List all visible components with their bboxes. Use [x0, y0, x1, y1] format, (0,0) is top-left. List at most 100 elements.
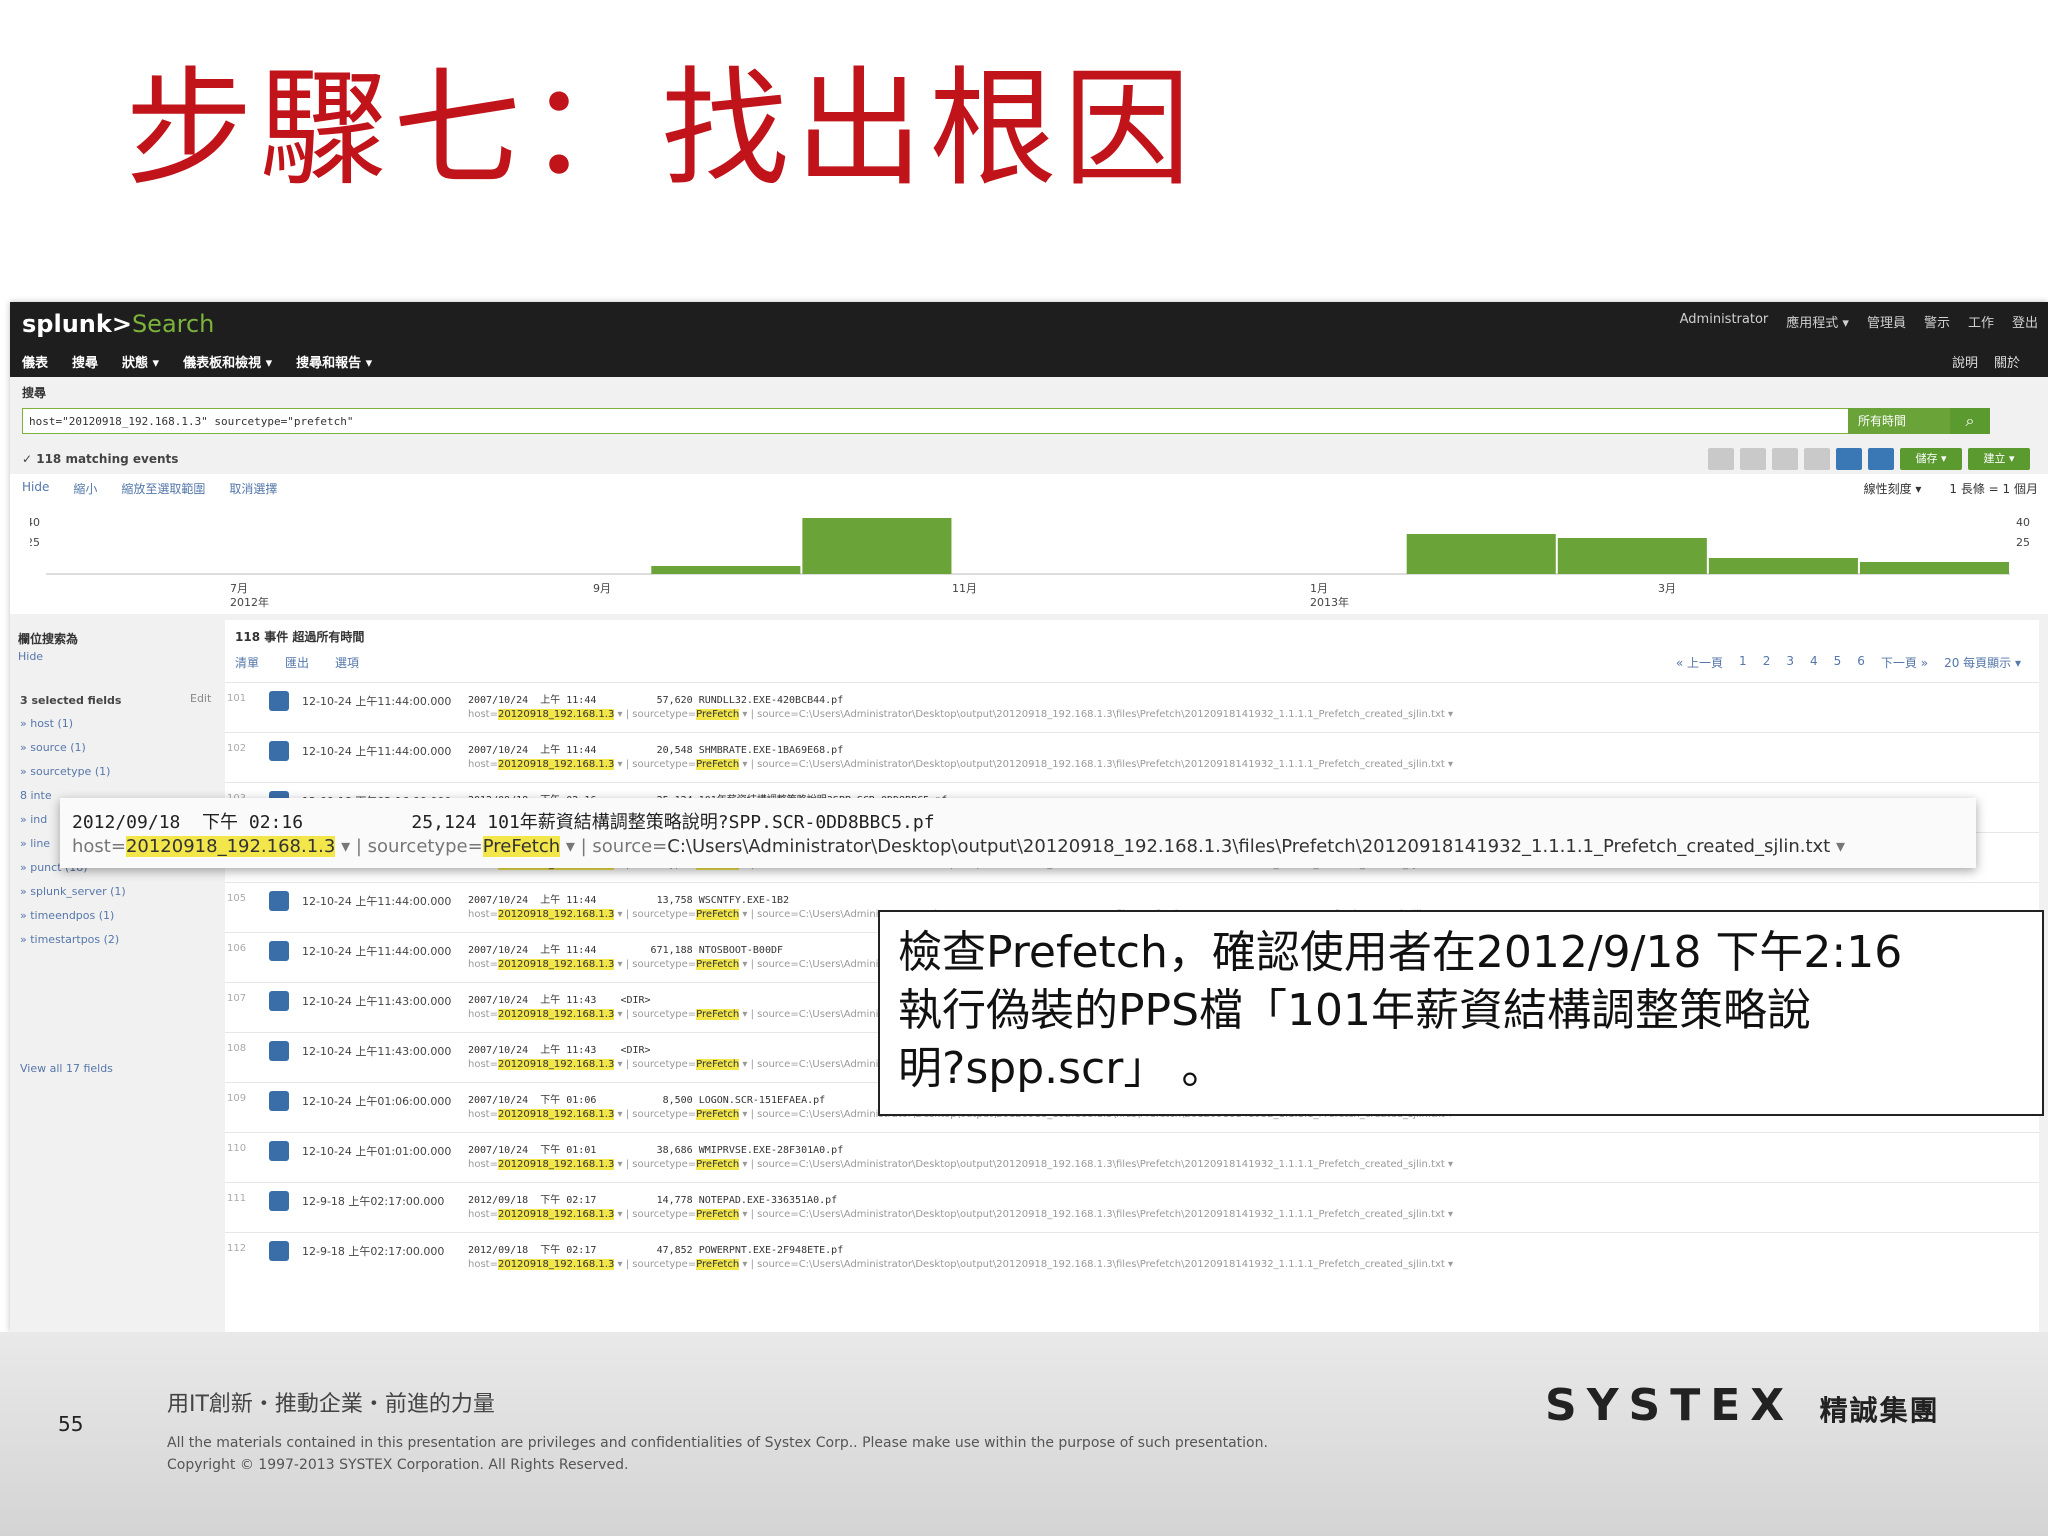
about-link[interactable]: 關於 — [1994, 352, 2020, 371]
field-item[interactable]: » splunk_server (1) — [20, 880, 126, 904]
save-button[interactable]: 儲存 ▾ — [1900, 448, 1962, 470]
sourcetype-value[interactable]: PreFetch — [482, 836, 561, 857]
event-row[interactable]: 102 12-10-24 上午11:44:00.000 2007/10/24 上午 … — [225, 732, 2039, 781]
pager-page[interactable]: 1 — [1739, 654, 1747, 671]
sourcetype-value[interactable]: PreFetch — [696, 1109, 740, 1120]
event-row[interactable]: 110 12-10-24 上午01:01:00.000 2007/10/24 下午 … — [225, 1132, 2039, 1181]
host-value[interactable]: 20120918_192.168.1.3 — [497, 1209, 615, 1220]
event-row[interactable]: 111 12-9-18 上午02:17:00.000 2012/09/18 下午 0… — [225, 1182, 2039, 1231]
toolbar-button[interactable] — [1740, 448, 1766, 470]
field-item[interactable]: » timeendpos (1) — [20, 904, 126, 928]
timeline-bar[interactable] — [651, 566, 801, 574]
search-button[interactable]: ⌕ — [1950, 408, 1990, 434]
host-value[interactable]: 20120918_192.168.1.3 — [497, 759, 615, 770]
view-all-fields-link[interactable]: View all 17 fields — [20, 1062, 113, 1075]
nav-item[interactable]: 搜尋和報告 ▾ — [296, 352, 372, 371]
toolbar-button[interactable] — [1804, 448, 1830, 470]
help-link[interactable]: 說明 — [1952, 352, 1978, 371]
chevron-down-icon[interactable]: ▾ — [1830, 836, 1845, 857]
user-link[interactable]: 工作 — [1968, 312, 1994, 331]
pager-page[interactable]: 2 — [1763, 654, 1771, 671]
host-value[interactable]: 20120918_192.168.1.3 — [497, 1259, 615, 1270]
host-value[interactable]: 20120918_192.168.1.3 — [497, 1059, 615, 1070]
pager-next[interactable]: 下一頁 » — [1881, 654, 1928, 671]
timeline-bar[interactable] — [1859, 562, 2009, 574]
event-actions-icon[interactable] — [269, 741, 289, 761]
source-value[interactable]: C:\Users\Administrator\Desktop\output\20… — [799, 1159, 1445, 1170]
field-item[interactable]: » timestartpos (2) — [20, 928, 126, 952]
time-range-picker[interactable]: 所有時間 — [1848, 408, 1950, 434]
timeline-deselect[interactable]: 取消選擇 — [229, 480, 277, 497]
user-link[interactable]: 應用程式 ▾ — [1786, 312, 1849, 331]
field-item[interactable]: » sourcetype (1) — [20, 760, 126, 784]
event-actions-icon[interactable] — [269, 1191, 289, 1211]
timeline-bar[interactable] — [802, 518, 952, 574]
event-actions-icon[interactable] — [269, 991, 289, 1011]
nav-item[interactable]: 儀表 — [22, 352, 48, 371]
sourcetype-value[interactable]: PreFetch — [696, 759, 740, 770]
nav-item[interactable]: 狀態 ▾ — [122, 352, 159, 371]
user-link[interactable]: 管理員 — [1867, 312, 1906, 331]
host-value[interactable]: 20120918_192.168.1.3 — [497, 909, 615, 920]
pager-prev[interactable]: « 上一頁 — [1676, 654, 1723, 671]
toolbar-button[interactable] — [1772, 448, 1798, 470]
host-value[interactable]: 20120918_192.168.1.3 — [497, 1159, 615, 1170]
user-link[interactable]: 登出 — [2012, 312, 2038, 331]
scale-select[interactable]: 線性刻度 ▾ — [1864, 480, 1922, 497]
fields-edit-link[interactable]: Edit — [190, 692, 211, 705]
sourcetype-value[interactable]: PreFetch — [696, 1209, 740, 1220]
event-row[interactable]: 101 12-10-24 上午11:44:00.000 2007/10/24 上午 … — [225, 682, 2039, 731]
nav-item[interactable]: 儀表板和檢視 ▾ — [183, 352, 272, 371]
pager-page[interactable]: 5 — [1834, 654, 1842, 671]
print-button[interactable] — [1868, 448, 1894, 470]
host-value[interactable]: 20120918_192.168.1.3 — [497, 1009, 615, 1020]
field-item[interactable]: » source (1) — [20, 736, 126, 760]
nav-item[interactable]: 搜尋 — [72, 352, 98, 371]
event-actions-icon[interactable] — [269, 1091, 289, 1111]
pager-page-current[interactable]: 6 — [1857, 654, 1865, 671]
search-input[interactable]: host="20120918_192.168.1.3" sourcetype="… — [22, 408, 1854, 434]
host-value[interactable]: 20120918_192.168.1.3 — [497, 959, 615, 970]
timeline-bar[interactable] — [1708, 558, 1858, 574]
source-value[interactable]: C:\Users\Administrator\Desktop\output\20… — [799, 1259, 1445, 1270]
event-row[interactable]: 112 12-9-18 上午02:17:00.000 2012/09/18 下午 0… — [225, 1232, 2039, 1281]
list-view-button[interactable]: 清單 — [235, 654, 259, 671]
timeline-zoom-selection[interactable]: 縮放至選取範圍 — [121, 480, 205, 497]
options-button[interactable]: 選項 — [335, 654, 359, 671]
source-value[interactable]: C:\Users\Administrator\Desktop\output\20… — [667, 836, 1830, 857]
pager-page[interactable]: 3 — [1786, 654, 1794, 671]
sourcetype-value[interactable]: PreFetch — [696, 1059, 740, 1070]
create-button[interactable]: 建立 ▾ — [1968, 448, 2030, 470]
host-value[interactable]: 20120918_192.168.1.3 — [497, 1109, 615, 1120]
sourcetype-value[interactable]: PreFetch — [696, 909, 740, 920]
field-item[interactable]: » host (1) — [20, 712, 126, 736]
sourcetype-value[interactable]: PreFetch — [696, 1159, 740, 1170]
pager-page[interactable]: 4 — [1810, 654, 1818, 671]
timeline-bar[interactable] — [1406, 534, 1556, 574]
sourcetype-value[interactable]: PreFetch — [696, 1259, 740, 1270]
timeline-hide[interactable]: Hide — [22, 480, 49, 497]
source-value[interactable]: C:\Users\Administrator\Desktop\output\20… — [799, 1209, 1445, 1220]
event-actions-icon[interactable] — [269, 941, 289, 961]
event-actions-icon[interactable] — [269, 1141, 289, 1161]
source-value[interactable]: C:\Users\Administrator\Desktop\output\20… — [799, 759, 1445, 770]
export-button[interactable]: 匯出 — [285, 654, 309, 671]
event-actions-icon[interactable] — [269, 691, 289, 711]
timeline-chart[interactable]: 40 25 40 25 7月 2012年 9月 11月 1月 2013年 3月 — [30, 496, 2040, 614]
sidebar-hide[interactable]: Hide — [18, 650, 43, 663]
sourcetype-value[interactable]: PreFetch — [696, 709, 740, 720]
user-link[interactable]: 警示 — [1924, 312, 1950, 331]
sourcetype-value[interactable]: PreFetch — [696, 959, 740, 970]
event-actions-icon[interactable] — [269, 891, 289, 911]
event-actions-icon[interactable] — [269, 1041, 289, 1061]
splunk-logo[interactable]: splunk>Search — [22, 310, 214, 338]
event-actions-icon[interactable] — [269, 1241, 289, 1261]
source-value[interactable]: C:\Users\Administrator\Desktop\output\20… — [799, 709, 1445, 720]
host-value[interactable]: 20120918_192.168.1.3 — [497, 709, 615, 720]
user-link[interactable]: Administrator — [1680, 312, 1769, 331]
per-page-select[interactable]: 20 每頁顯示 ▾ — [1944, 654, 2021, 671]
info-button[interactable] — [1836, 448, 1862, 470]
sourcetype-value[interactable]: PreFetch — [696, 1009, 740, 1020]
timeline-zoom-out[interactable]: 縮小 — [73, 480, 97, 497]
toolbar-button[interactable] — [1708, 448, 1734, 470]
